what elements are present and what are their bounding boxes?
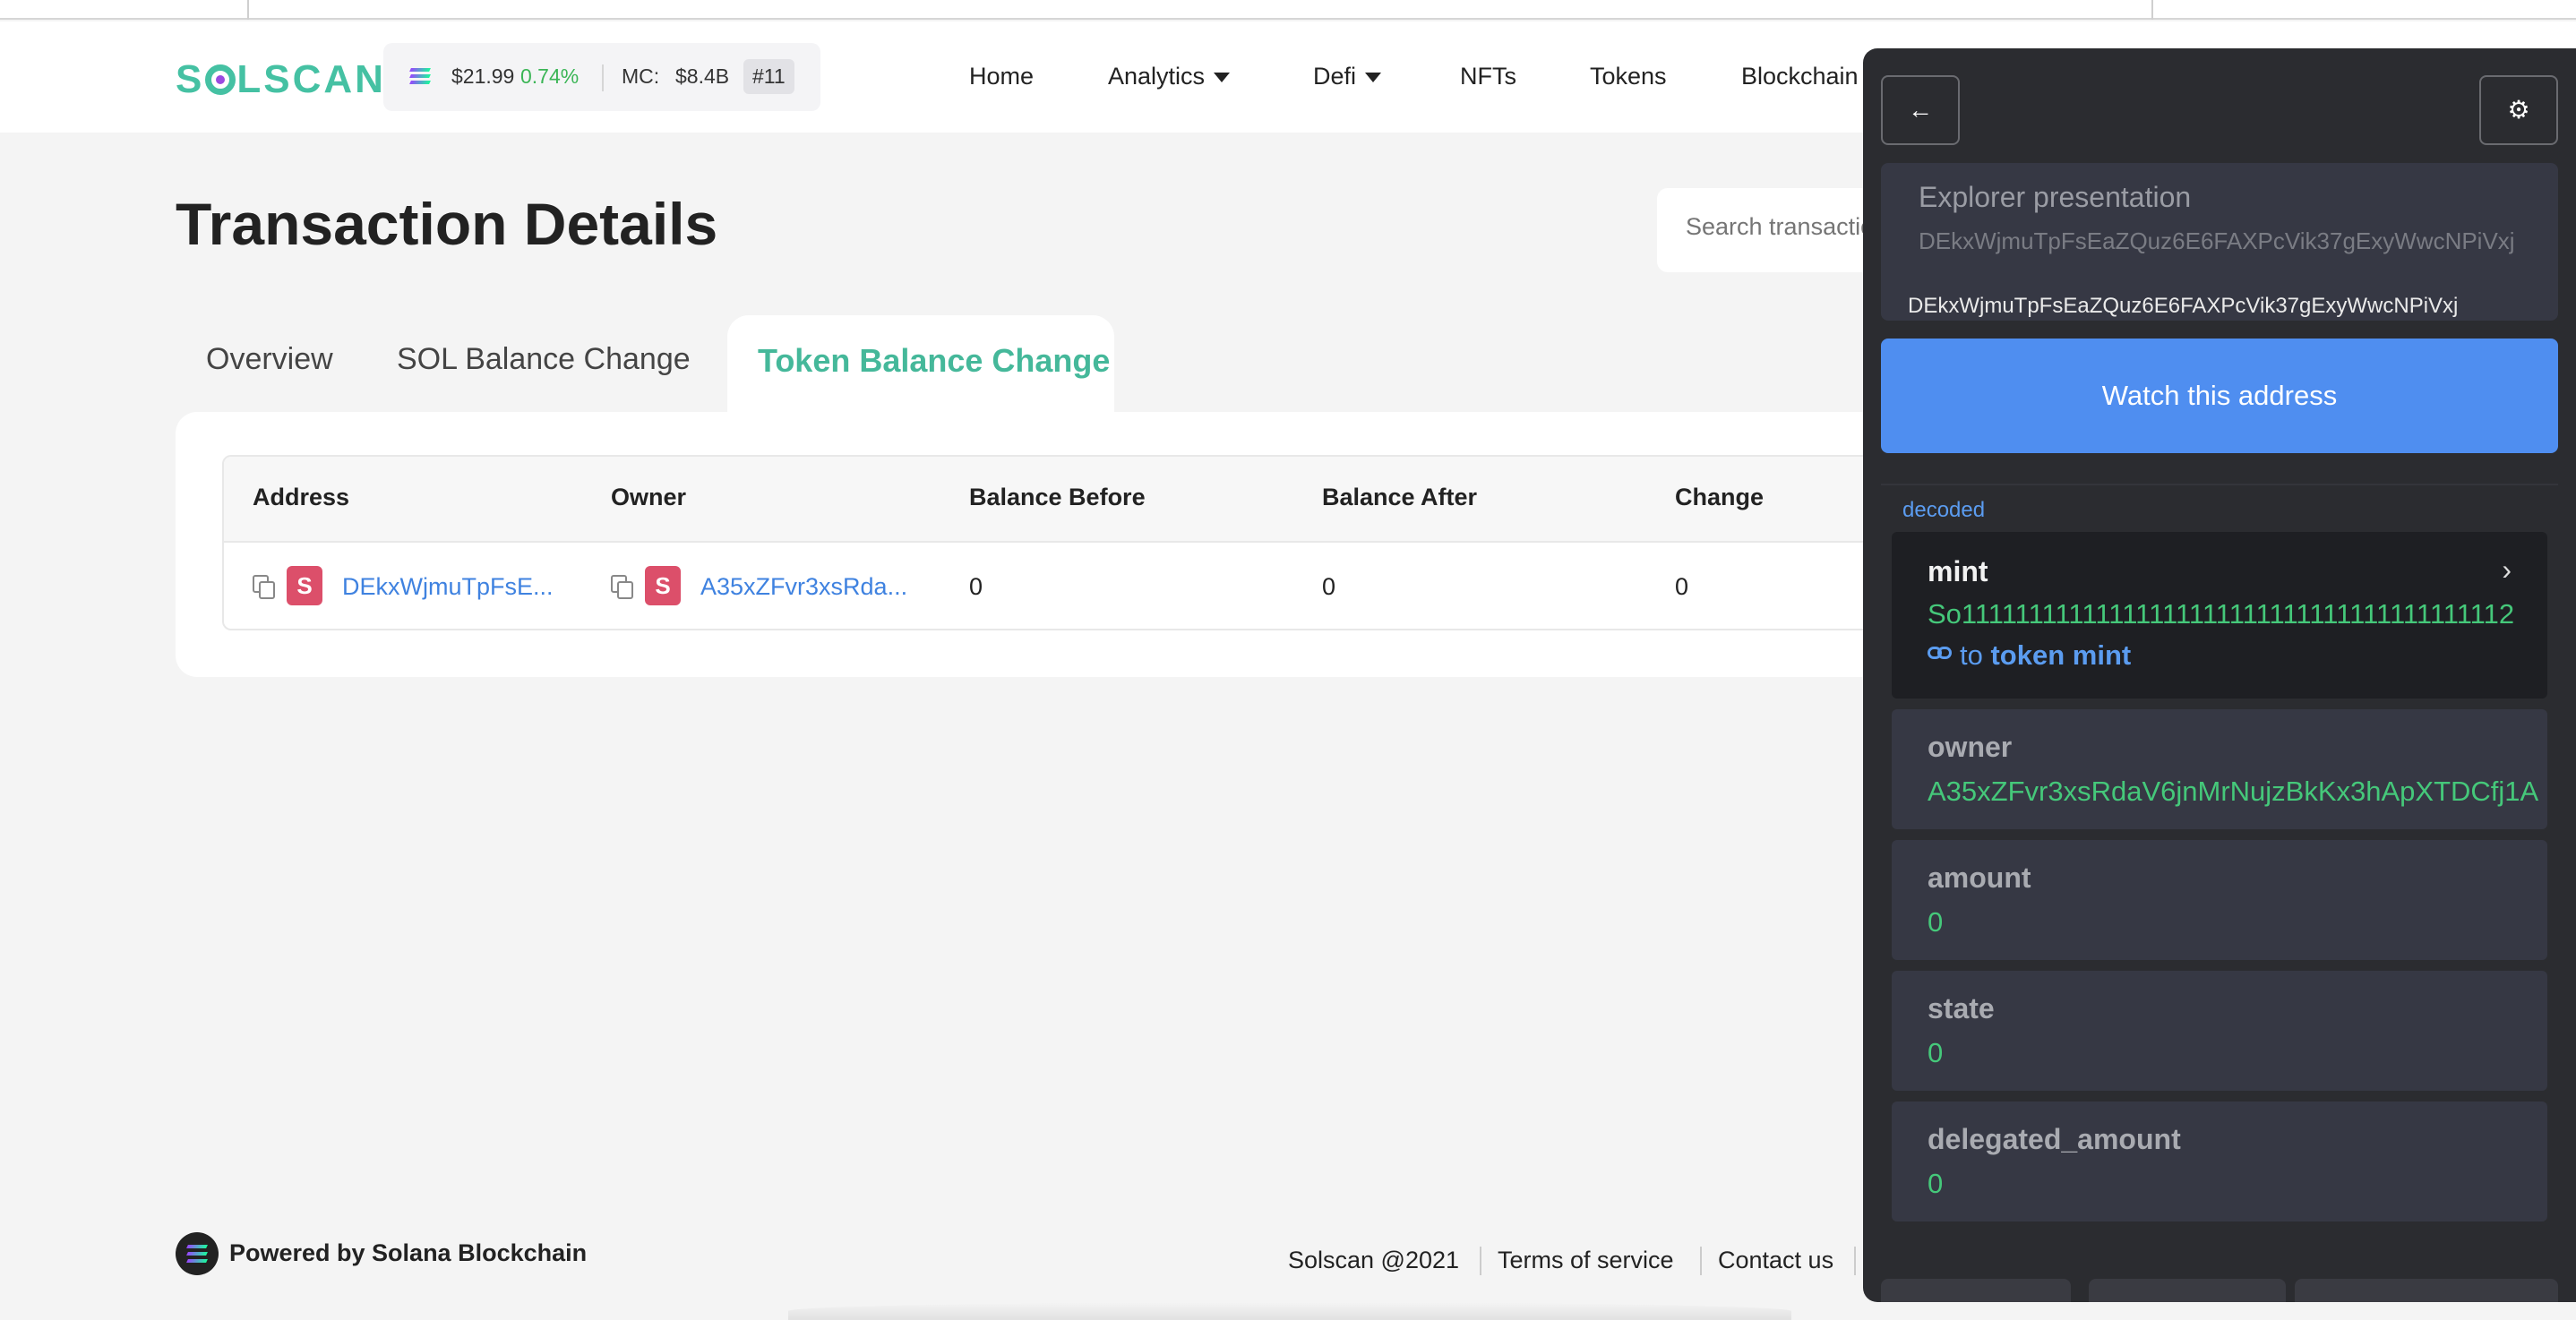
token-mint-link[interactable]: to token mint [1928,639,2131,672]
solscan-logo[interactable]: S LSCAN [176,57,386,102]
balance-after-cell: 0 [1322,573,1336,600]
tab-token-balance-change[interactable]: Token Balance Change [727,315,1114,423]
field-key: delegated_amount [1928,1123,2181,1155]
powered-by-text: Powered by Solana Blockchain [229,1239,588,1266]
token-balance-table: Address Owner Balance Before Balance Aft… [222,455,1978,630]
column-header-owner: Owner [611,484,687,510]
decoded-field-delegated-amount: delegated_amount 0 [1892,1101,2547,1221]
strip-divider [2151,0,2153,20]
link-text: token mint [1990,639,2132,671]
field-value: 0 [1928,1037,1944,1068]
nav-defi[interactable]: Defi [1313,63,1382,90]
column-header-change: Change [1675,484,1765,510]
tab-sol-balance-change[interactable]: SOL Balance Change [397,342,691,377]
chevron-right-icon: › [2502,553,2512,586]
column-header-balance-before: Balance Before [969,484,1146,510]
panel-bottom-tab[interactable] [2295,1279,2558,1302]
decoded-field-owner: owner A35xZFvr3xsRdaV6jnMrNujzBkKx3hApXT… [1892,709,2547,829]
footer-divider [1480,1247,1481,1275]
gear-icon: ⚙ [2507,96,2530,124]
address-link[interactable]: DEkxWjmuTpFsE... [342,573,554,601]
change-cell: 0 [1675,573,1689,600]
decoded-field-amount: amount 0 [1892,840,2547,960]
decoded-field-mint[interactable]: mint › So1111111111111111111111111111111… [1892,532,2547,699]
column-header-balance-after: Balance After [1322,484,1478,510]
decoded-section: decoded mint › So11111111111111111111111… [1881,484,2558,1290]
owner-link[interactable]: A35xZFvr3xsRda... [700,573,907,601]
field-key: owner [1928,731,2013,763]
token-avatar: S [287,566,322,605]
price-divider [602,64,604,91]
footer-divider [1854,1247,1856,1275]
link-prefix: to [1960,639,1983,671]
owner-avatar: S [645,566,681,605]
link-icon [1928,646,1953,661]
nav-defi-label: Defi [1313,63,1357,90]
page-title: Transaction Details [176,191,718,257]
sol-price: $21.99 [451,64,515,88]
nav-home[interactable]: Home [969,63,1034,90]
tab-overview[interactable]: Overview [206,342,333,377]
panel-bottom-tab[interactable] [2089,1279,2286,1302]
nav-blockchain[interactable]: Blockchain [1741,63,1859,90]
token-balance-card: Address Owner Balance Before Balance Aft… [176,412,1978,677]
tab-token-balance-change-label: Token Balance Change [758,342,1111,379]
watch-address-button[interactable]: Watch this address [1881,339,2558,453]
field-value: 0 [1928,906,1944,938]
nav-nfts[interactable]: NFTs [1460,63,1516,90]
arrow-left-icon: ← [1908,96,1933,124]
footer-divider [1700,1247,1702,1275]
balance-before-cell: 0 [969,573,983,600]
copy-icon[interactable] [253,575,276,600]
table-header: Address Owner Balance Before Balance Aft… [224,457,1976,543]
copy-icon[interactable] [611,575,634,600]
extension-panel: ← ⚙ Explorer presentation DEkxWjmuTpFsEa… [1863,48,2576,1302]
market-cap-label: MC: [622,64,660,88]
settings-button[interactable]: ⚙ [2479,75,2558,145]
field-value: So11111111111111111111111111111111111111… [1928,598,2515,630]
panel-address: DEkxWjmuTpFsEaZQuz6E6FAXPcVik37gExyWwcNP… [1908,294,2459,318]
bottom-shadow [788,1302,1791,1320]
browser-top-strip [0,0,2576,20]
panel-bottom-tab[interactable] [1881,1279,2071,1302]
solana-icon [409,68,431,86]
sol-price-widget: $21.99 0.74% MC: $8.4B #11 [383,43,820,111]
nav-analytics-label: Analytics [1108,63,1206,90]
sol-price-change: 0.74% [520,64,580,88]
chevron-down-icon [1214,73,1231,83]
decoded-field-state: state 0 [1892,971,2547,1091]
explorer-presentation-title: Explorer presentation [1919,181,2192,213]
field-key: state [1928,992,1995,1024]
chevron-down-icon [1365,73,1382,83]
explorer-presentation-address: DEkxWjmuTpFsEaZQuz6E6FAXPcVik37gExyWwcNP… [1919,227,2515,254]
field-value: A35xZFvr3xsRdaV6jnMrNujzBkKx3hApXTDCfj1A [1928,776,2539,807]
decoded-label: decoded [1902,498,1986,522]
footer-copyright: Solscan @2021 [1288,1247,1460,1273]
field-key: amount [1928,861,2031,894]
terms-of-service-link[interactable]: Terms of service [1498,1247,1674,1274]
rank-badge: #11 [743,59,794,94]
strip-divider [247,0,249,20]
column-header-address: Address [253,484,350,510]
market-cap-value: $8.4B [675,64,730,88]
nav-analytics[interactable]: Analytics [1108,63,1231,90]
field-key: mint [1928,555,1988,587]
back-button[interactable]: ← [1881,75,1960,145]
nav-tokens[interactable]: Tokens [1590,63,1667,90]
solana-logo-icon [176,1232,219,1275]
field-value: 0 [1928,1168,1944,1199]
contact-us-link[interactable]: Contact us [1718,1247,1833,1274]
